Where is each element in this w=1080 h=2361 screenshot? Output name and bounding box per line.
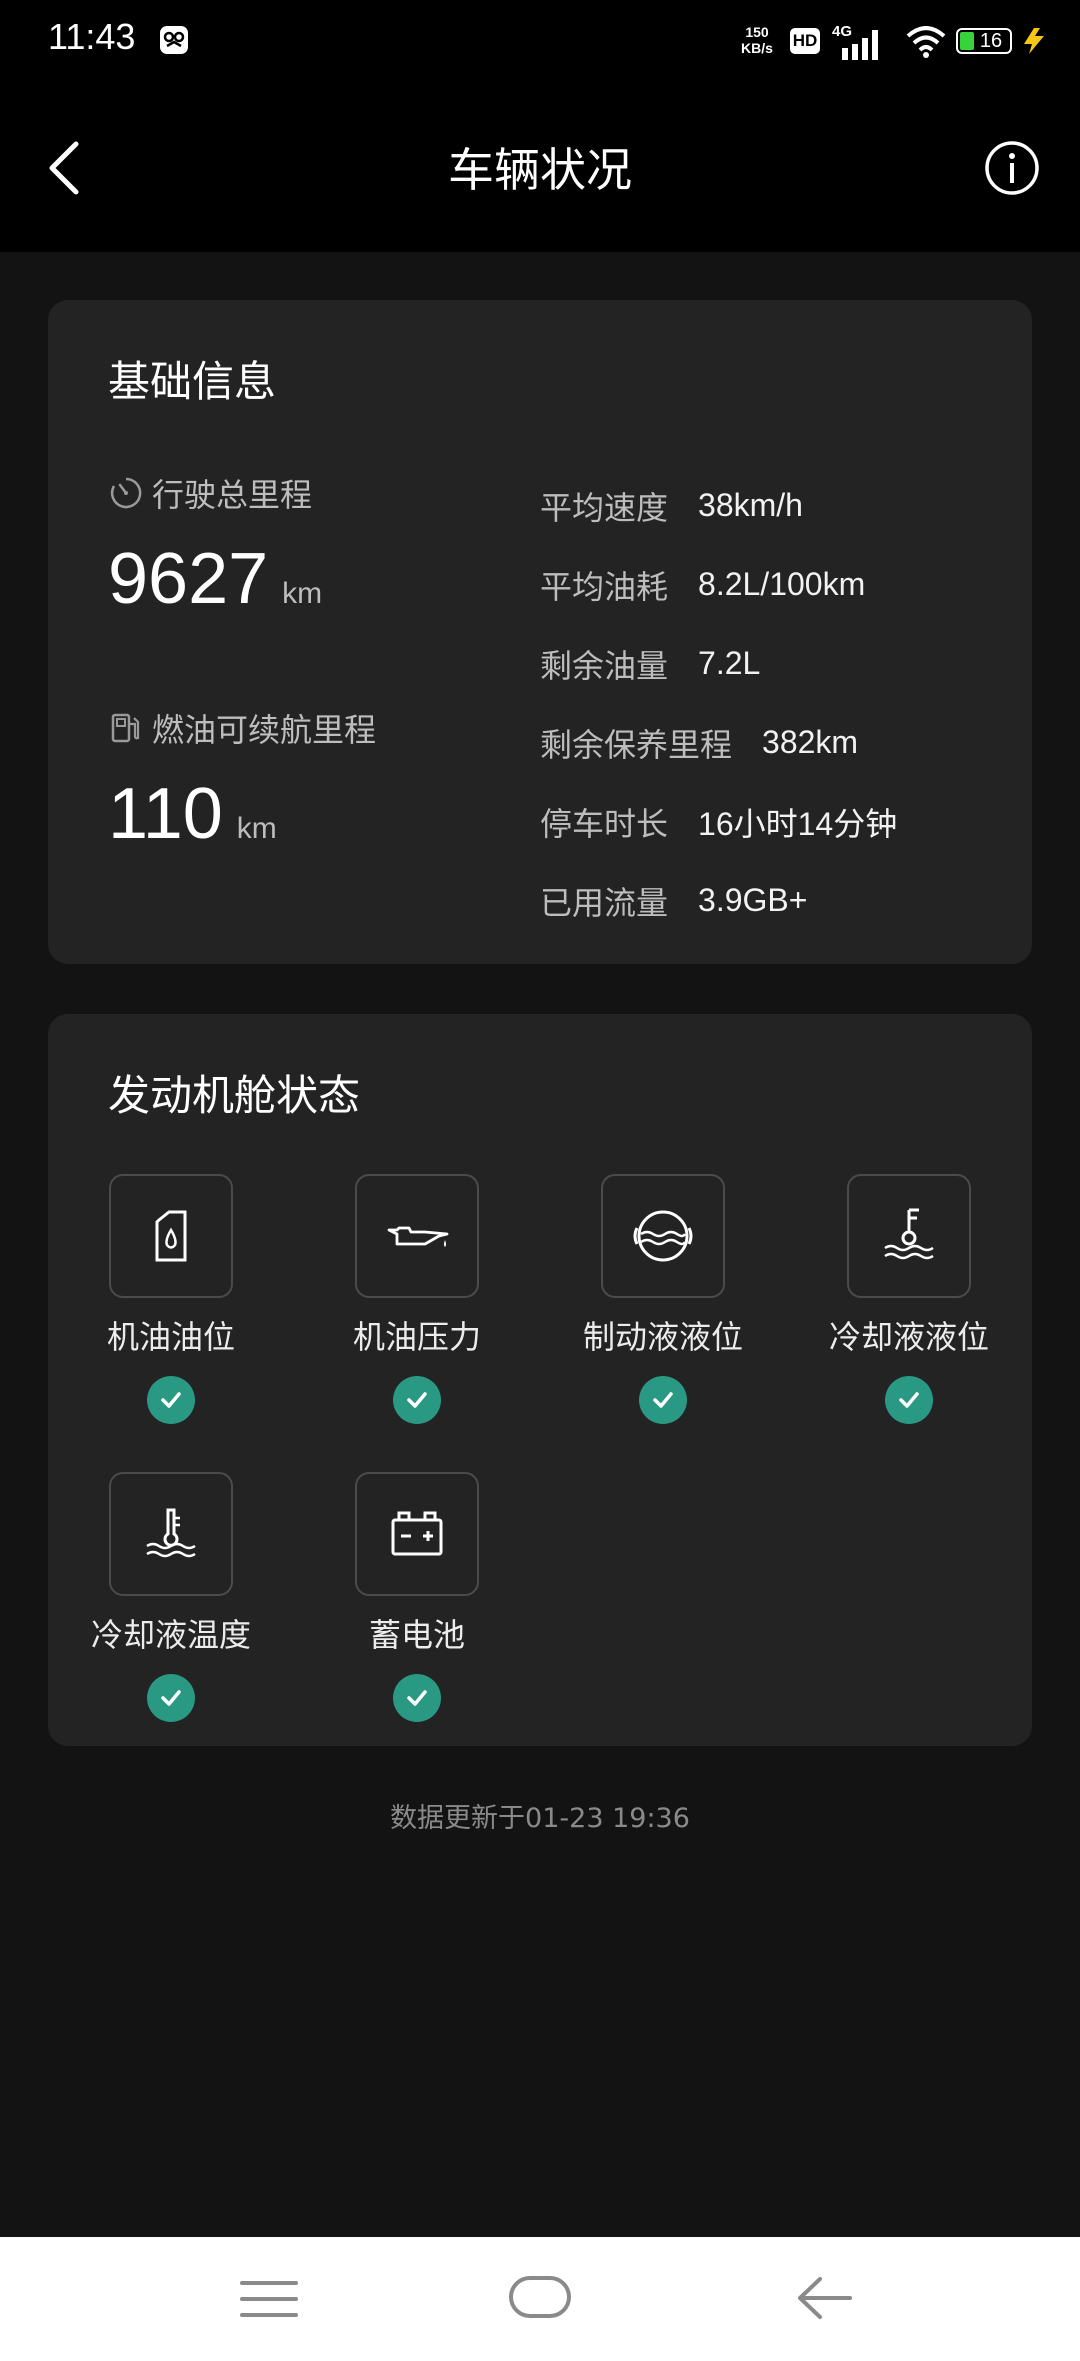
detail-row-average-speed: 平均速度 38km/h xyxy=(540,487,803,527)
fuel-range: 燃油可续航里程 110 km xyxy=(108,705,376,855)
detail-row-maintenance-mileage: 剩余保养里程 382km xyxy=(540,724,859,764)
status-ok-icon xyxy=(147,1376,195,1424)
detail-row-data-used: 已用流量 3.9GB+ xyxy=(540,882,808,922)
charging-icon xyxy=(1024,28,1044,54)
battery-percent: 16 xyxy=(979,30,1003,52)
detail-row-remaining-fuel: 剩余油量 7.2L xyxy=(540,645,761,685)
detail-row-average-fuel: 平均油耗 8.2L/100km xyxy=(540,566,866,606)
total-mileage: 行驶总里程 9627 km xyxy=(108,470,322,620)
status-bar: 11:43 150 KB/s HD 4G 16 xyxy=(0,0,1080,84)
oil-level-icon xyxy=(155,1210,187,1262)
basic-info-title: 基础信息 xyxy=(108,357,277,406)
engine-item-brake-fluid[interactable]: 制动液液位 xyxy=(563,1174,763,1424)
engine-item-coolant-temperature[interactable]: 冷却液温度 xyxy=(71,1472,271,1722)
total-mileage-unit: km xyxy=(282,577,323,610)
svg-text:4G: 4G xyxy=(832,23,852,40)
engine-item-label: 机油油位 xyxy=(106,1318,235,1356)
status-ok-icon xyxy=(885,1376,933,1424)
signal-icon: 4G xyxy=(832,23,878,60)
vehicle-status-screen: 11:43 150 KB/s HD 4G 16 车辆状况 基础信息 行驶总里程 … xyxy=(0,0,1080,2361)
battery-fill xyxy=(960,32,974,50)
home-icon[interactable] xyxy=(508,2273,572,2321)
basic-info-card: 基础信息 行驶总里程 9627 km 燃油可续航里程 110 km 平均速度 3… xyxy=(48,300,1032,964)
basic-info-details: 平均速度 38km/h 平均油耗 8.2L/100km 剩余油量 7.2L 剩余… xyxy=(540,466,897,940)
engine-item-label: 冷却液液位 xyxy=(828,1318,989,1356)
battery-indicator: 16 xyxy=(956,28,1012,54)
fuel-range-unit: km xyxy=(236,812,277,845)
coolant-level-icon xyxy=(884,1208,934,1260)
status-ok-icon xyxy=(639,1376,687,1424)
data-update-time: 数据更新于01-23 19:36 xyxy=(390,1803,690,1834)
app-notification-icon xyxy=(160,26,188,54)
fuel-pump-icon xyxy=(111,713,140,743)
engine-item-label: 机油压力 xyxy=(352,1318,481,1356)
oil-pressure-icon xyxy=(387,1226,449,1247)
page-title: 车辆状况 xyxy=(448,143,632,197)
wifi-icon xyxy=(906,26,946,58)
engine-item-coolant-level[interactable]: 冷却液液位 xyxy=(809,1174,1009,1424)
status-time: 11:43 xyxy=(48,16,136,57)
info-button[interactable] xyxy=(984,140,1040,196)
system-navigation-bar xyxy=(0,2237,1080,2361)
engine-status-title: 发动机舱状态 xyxy=(108,1071,361,1120)
menu-icon[interactable] xyxy=(240,2277,298,2321)
engine-status-card: 发动机舱状态 机油油位 机油压力 制动液液位 冷却液液位 冷却液温度 蓄电池 xyxy=(48,1014,1032,1746)
speedometer-icon xyxy=(110,477,142,509)
engine-item-label: 冷却液温度 xyxy=(90,1616,251,1654)
fuel-range-label: 燃油可续航里程 xyxy=(152,711,377,749)
car-battery-icon xyxy=(391,1511,443,1556)
status-ok-icon xyxy=(393,1376,441,1424)
total-mileage-value: 9627 xyxy=(108,539,269,619)
engine-item-label: 蓄电池 xyxy=(368,1616,465,1654)
coolant-temperature-icon xyxy=(146,1508,196,1558)
status-ok-icon xyxy=(147,1674,195,1722)
app-header: 车辆状况 xyxy=(0,84,1080,252)
hd-badge: HD xyxy=(790,28,820,54)
engine-item-label: 制动液液位 xyxy=(582,1318,743,1356)
engine-item-battery[interactable]: 蓄电池 xyxy=(317,1472,517,1722)
status-ok-icon xyxy=(393,1674,441,1722)
engine-item-oil-pressure[interactable]: 机油压力 xyxy=(317,1174,517,1424)
fuel-range-value: 110 xyxy=(108,774,223,854)
network-speed: 150 KB/s xyxy=(741,24,773,56)
engine-item-oil-level[interactable]: 机油油位 xyxy=(71,1174,271,1424)
total-mileage-label: 行驶总里程 xyxy=(152,476,313,514)
detail-row-parking-duration: 停车时长 16小时14分钟 xyxy=(540,804,898,843)
brake-fluid-icon xyxy=(633,1210,693,1262)
back-arrow-icon[interactable] xyxy=(796,2273,852,2323)
